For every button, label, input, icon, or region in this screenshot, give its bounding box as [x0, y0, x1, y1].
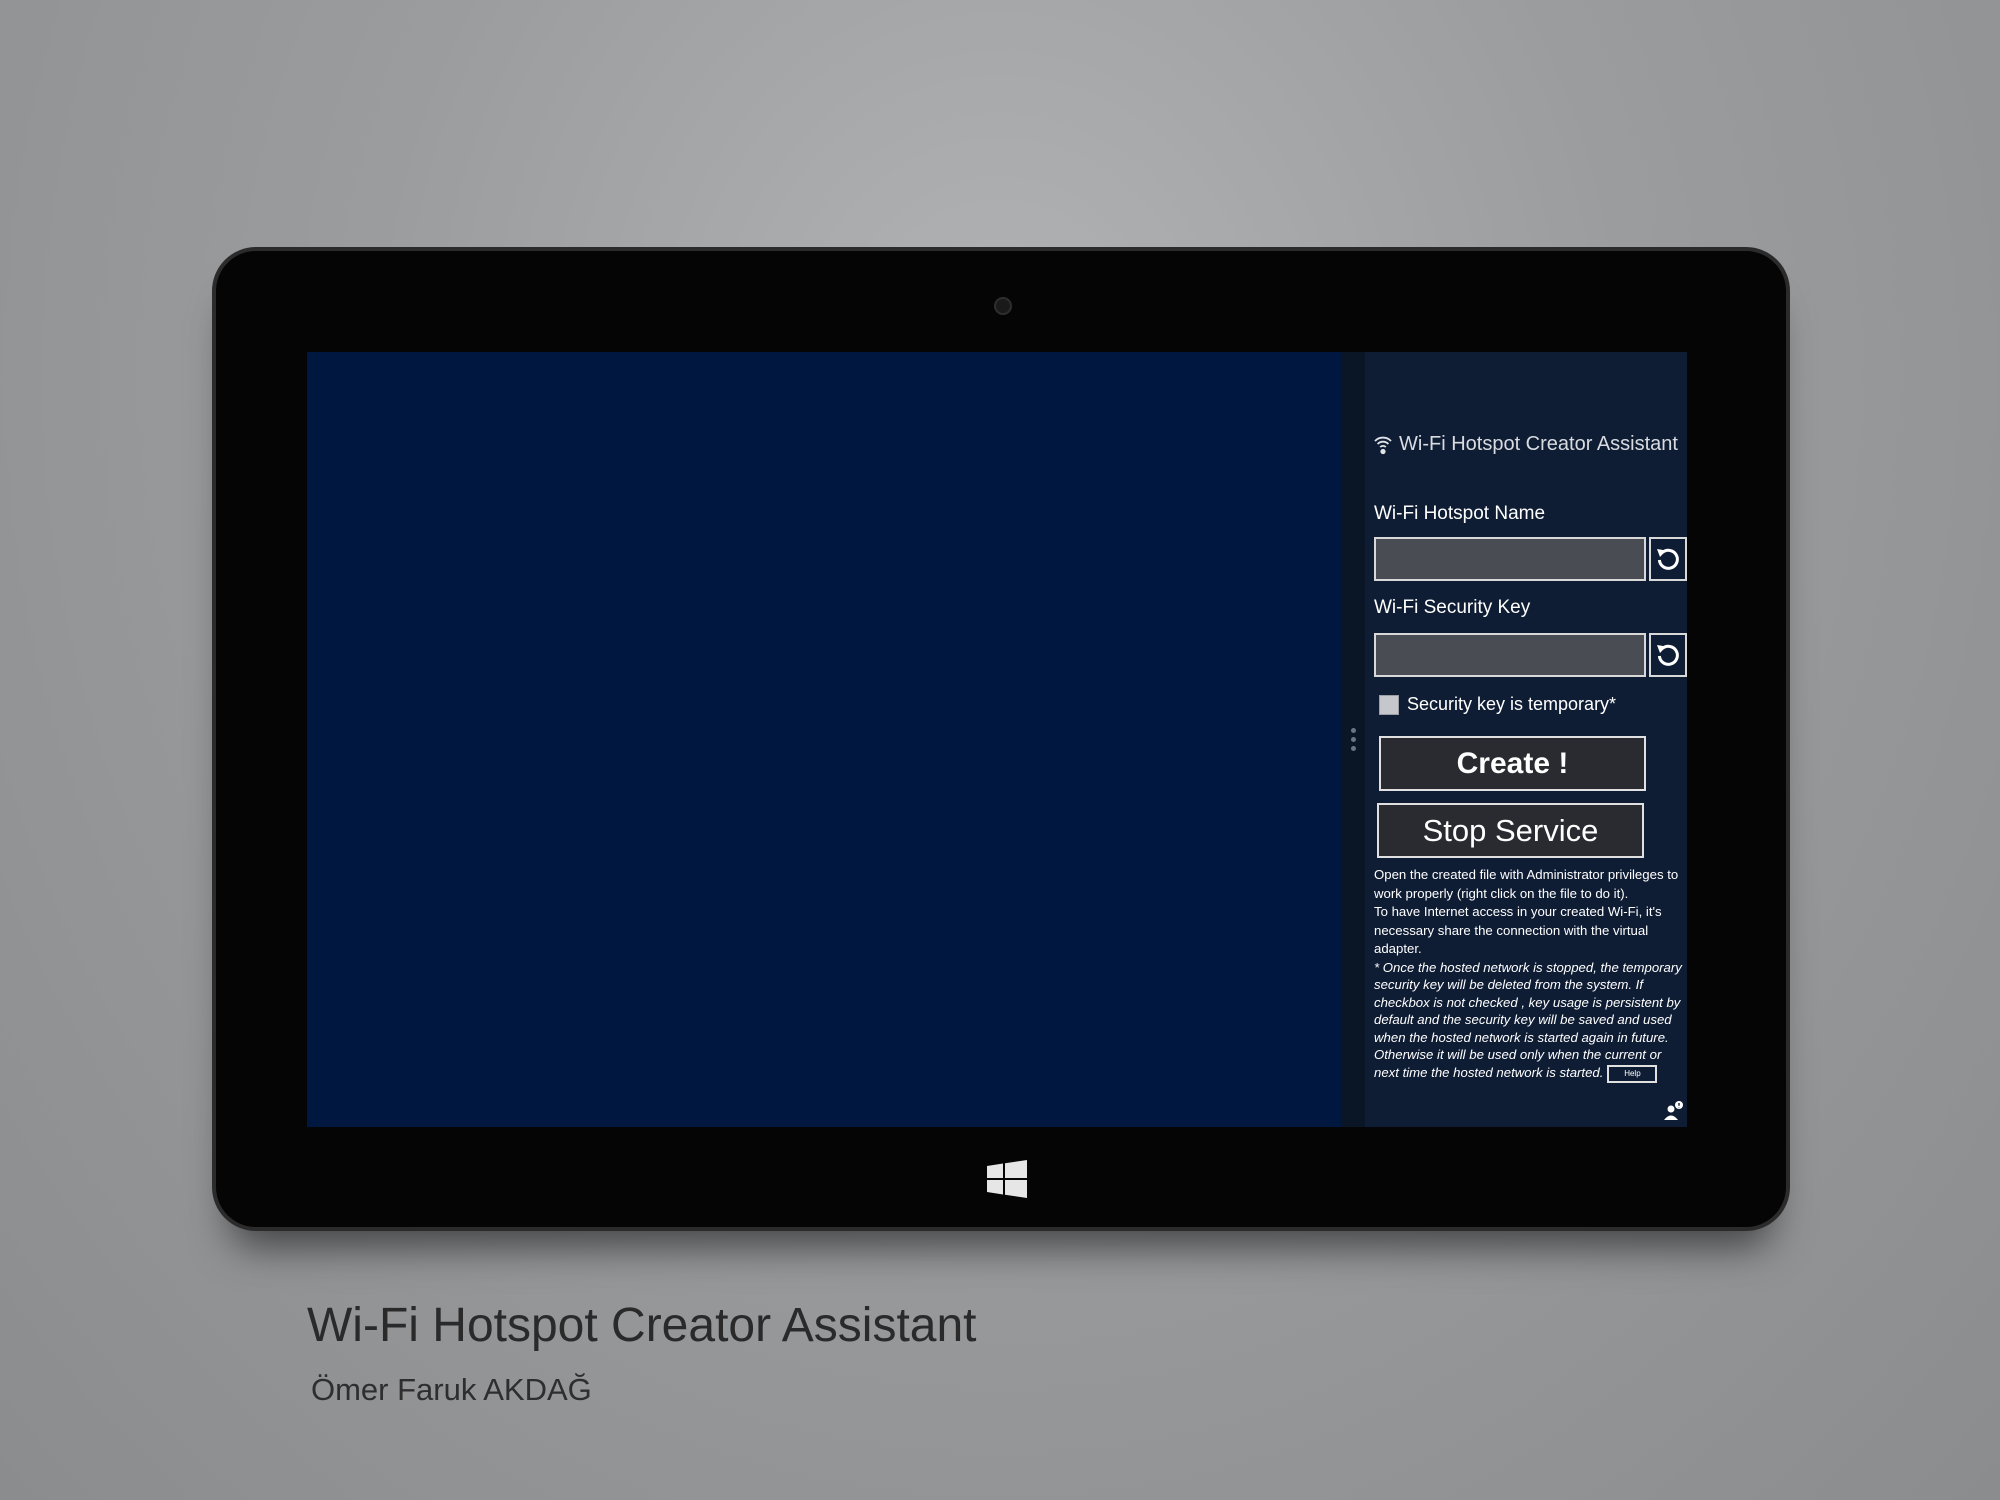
wifi-icon: [1374, 436, 1392, 455]
caption-author: Ömer Faruk AKDAĞ: [311, 1372, 592, 1407]
admin-instruction-text: Open the created file with Administrator…: [1374, 867, 1679, 901]
reset-security-key-button[interactable]: [1649, 633, 1687, 677]
temporary-key-option[interactable]: Security key is temporary*: [1379, 694, 1616, 715]
hotspot-name-label: Wi-Fi Hotspot Name: [1374, 503, 1546, 524]
hotspot-name-input[interactable]: [1374, 537, 1646, 581]
refresh-icon: [1657, 644, 1679, 666]
security-key-input[interactable]: [1374, 633, 1646, 677]
app-title-text: Wi-Fi Hotspot Creator Assistant: [1399, 432, 1678, 455]
grip-dot: [1351, 737, 1356, 742]
grip-dot: [1351, 746, 1356, 751]
windows-logo-icon[interactable]: [987, 1160, 1027, 1198]
temporary-key-label: Security key is temporary*: [1407, 694, 1617, 714]
main-app-area: [307, 352, 1341, 1127]
temporary-key-checkbox[interactable]: [1379, 694, 1399, 715]
info-text-block: Open the created file with Administrator…: [1374, 866, 1686, 1083]
temporary-key-note-text: * Once the hosted network is stopped, th…: [1374, 959, 1682, 1081]
reset-hotspot-name-button[interactable]: [1649, 537, 1687, 581]
camera-icon: [994, 297, 1012, 315]
create-button[interactable]: Create !: [1379, 736, 1646, 791]
app-title: Wi-Fi Hotspot Creator Assistant: [1373, 432, 1678, 456]
caption-title: Wi-Fi Hotspot Creator Assistant: [307, 1299, 977, 1352]
refresh-icon: [1657, 548, 1679, 570]
internet-sharing-text: To have Internet access in your created …: [1374, 904, 1662, 956]
stop-service-button[interactable]: Stop Service: [1377, 803, 1644, 858]
users-icon[interactable]: [1663, 1100, 1685, 1122]
security-key-label: Wi-Fi Security Key: [1374, 597, 1531, 618]
grip-dot: [1351, 728, 1356, 733]
temporary-key-note: * Once the hosted network is stopped, th…: [1374, 959, 1686, 1083]
help-button[interactable]: Help: [1607, 1064, 1658, 1083]
snap-divider[interactable]: [1341, 352, 1365, 1127]
tablet-screen: Wi-Fi Hotspot Creator Assistant Wi-Fi Ho…: [307, 352, 1687, 1127]
hotspot-side-panel: Wi-Fi Hotspot Creator Assistant Wi-Fi Ho…: [1365, 352, 1687, 1127]
